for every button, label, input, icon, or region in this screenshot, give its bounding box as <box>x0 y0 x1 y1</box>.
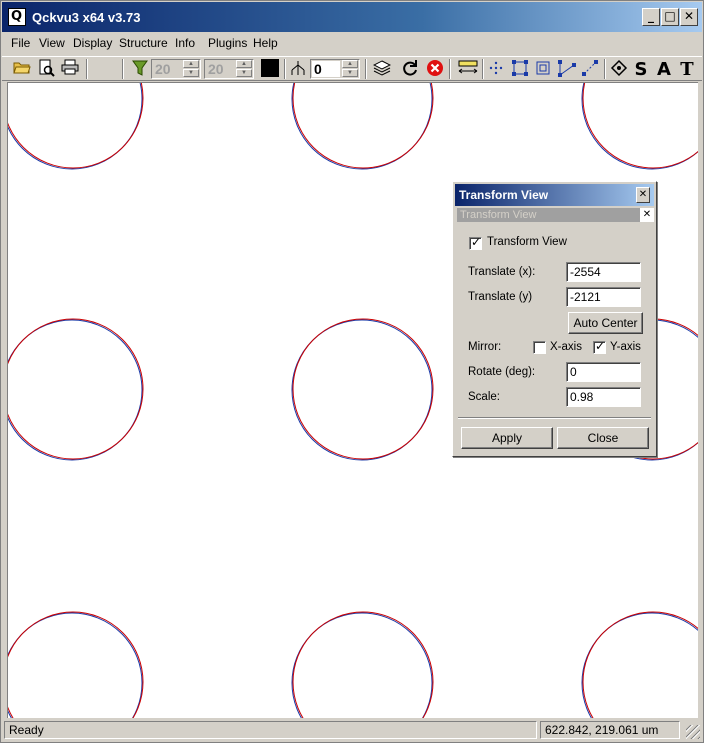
filter-icon[interactable] <box>130 59 150 79</box>
scale-input[interactable] <box>566 387 641 407</box>
via-circle-red <box>292 318 434 460</box>
transform-view-checkbox[interactable] <box>469 235 482 250</box>
via-circle-blue <box>581 83 698 170</box>
mirror-label: Mirror: <box>468 341 502 353</box>
scale-label: Scale: <box>468 391 500 403</box>
title-bar[interactable]: Qckvu3 x64 v3.73 _ □ ✕ <box>2 2 702 32</box>
translate-y-label: Translate (y) <box>468 291 533 303</box>
dialog-subtitle: Transform View <box>457 208 652 222</box>
line-tool-icon[interactable] <box>580 59 600 79</box>
ruler-icon[interactable] <box>458 59 478 79</box>
anchor-point-icon[interactable] <box>609 59 629 79</box>
transform-view-label: Transform View <box>487 236 567 248</box>
status-text: Ready <box>4 721 537 739</box>
fill-color-icon[interactable] <box>260 59 280 79</box>
via-circle-blue <box>291 612 433 718</box>
structure-s-icon[interactable]: S <box>631 59 651 80</box>
spin-up-icon[interactable]: ▲ <box>342 60 358 68</box>
toolbar-separator <box>604 59 606 79</box>
spin-down-icon[interactable]: ▼ <box>342 69 358 77</box>
via-circle-red <box>582 611 698 718</box>
via-circle-red <box>292 83 434 169</box>
toolbar-separator <box>449 59 451 79</box>
spin-up-icon[interactable]: ▲ <box>183 60 199 68</box>
translate-x-input[interactable] <box>566 262 641 282</box>
toolbar-separator <box>482 59 484 79</box>
y-axis-checkbox[interactable] <box>593 339 606 354</box>
via-circle-blue <box>8 83 143 170</box>
via-circle-blue <box>291 319 433 461</box>
path-tool-icon[interactable] <box>557 59 577 79</box>
dialog-divider <box>458 417 651 419</box>
filter-max-spinner[interactable]: ▲ ▼ <box>204 59 254 79</box>
x-axis-checkbox[interactable] <box>533 341 546 354</box>
app-icon <box>8 8 26 26</box>
transform-view-dialog: Transform View ✕ Transform View ✕ Transf… <box>452 181 657 457</box>
close-button[interactable]: Close <box>557 427 649 449</box>
dialog-title: Transform View <box>459 188 549 202</box>
window-title: Qckvu3 x64 v3.73 <box>32 10 141 25</box>
toolbar-separator <box>284 59 286 79</box>
menu-view[interactable]: View <box>39 36 65 50</box>
print-preview-icon[interactable] <box>36 59 56 79</box>
status-bar: Ready 622.842, 219.061 um <box>2 719 702 741</box>
y-axis-label: Y-axis <box>610 341 641 353</box>
via-circle-red <box>8 83 144 169</box>
translate-y-input[interactable] <box>566 287 641 307</box>
depth-spinner[interactable]: ▲ ▼ <box>310 59 360 79</box>
refresh-icon[interactable] <box>400 59 420 79</box>
rotate-label: Rotate (deg): <box>468 366 536 378</box>
spin-up-icon[interactable]: ▲ <box>236 60 252 68</box>
toolbar-separator <box>122 59 124 79</box>
filter-min-input[interactable] <box>153 61 181 77</box>
toolbar: ▲ ▼ ▲ ▼ ▲ ▼ <box>2 56 702 81</box>
translate-x-label: Translate (x): <box>468 266 536 278</box>
cursor-coordinates: 622.842, 219.061 um <box>540 721 680 739</box>
via-circle-red <box>8 611 144 718</box>
toolbar-separator <box>365 59 367 79</box>
dialog-close-icon[interactable]: ✕ <box>636 187 650 203</box>
close-window-button[interactable]: ✕ <box>680 8 698 26</box>
dialog-title-bar[interactable]: Transform View ✕ <box>455 184 654 206</box>
select-box-icon[interactable] <box>510 59 530 79</box>
filter-min-spinner[interactable]: ▲ ▼ <box>151 59 201 79</box>
snap-grid-icon[interactable] <box>486 59 506 79</box>
maximize-button[interactable]: □ <box>661 8 679 26</box>
menu-structure[interactable]: Structure <box>119 36 168 50</box>
spin-down-icon[interactable]: ▼ <box>183 69 199 77</box>
toolbar-separator <box>86 59 88 79</box>
open-folder-icon[interactable] <box>12 59 32 79</box>
print-icon[interactable] <box>60 59 80 79</box>
auto-center-button[interactable]: Auto Center <box>568 312 643 334</box>
spin-down-icon[interactable]: ▼ <box>236 69 252 77</box>
stop-icon[interactable] <box>425 59 445 79</box>
apply-button[interactable]: Apply <box>461 427 553 449</box>
via-circle-red <box>8 318 144 460</box>
annotate-a-icon[interactable]: A <box>654 59 674 80</box>
via-circle-blue <box>291 83 433 170</box>
menu-display[interactable]: Display <box>73 36 112 50</box>
text-tool-icon[interactable]: T <box>677 59 697 80</box>
hierarchy-icon[interactable] <box>288 59 308 79</box>
menu-file[interactable]: File <box>11 36 30 50</box>
menu-bar: File View Display Structure Info Plugins… <box>2 32 702 54</box>
select-inner-icon[interactable] <box>533 59 553 79</box>
menu-plugins[interactable]: Plugins <box>208 36 247 50</box>
rotate-input[interactable] <box>566 362 641 382</box>
layers-icon[interactable] <box>372 59 392 79</box>
menu-help[interactable]: Help <box>253 36 278 50</box>
x-axis-label: X-axis <box>550 341 582 353</box>
main-window: Qckvu3 x64 v3.73 _ □ ✕ File View Display… <box>0 0 704 743</box>
via-circle-red <box>292 611 434 718</box>
menu-info[interactable]: Info <box>175 36 195 50</box>
via-circle-blue <box>581 612 698 718</box>
depth-input[interactable] <box>312 61 340 77</box>
resize-grip-icon[interactable] <box>686 725 700 739</box>
via-circle-red <box>582 83 698 169</box>
filter-max-input[interactable] <box>206 61 234 77</box>
minimize-button[interactable]: _ <box>642 8 660 26</box>
subtitle-close-icon[interactable]: ✕ <box>640 208 654 222</box>
